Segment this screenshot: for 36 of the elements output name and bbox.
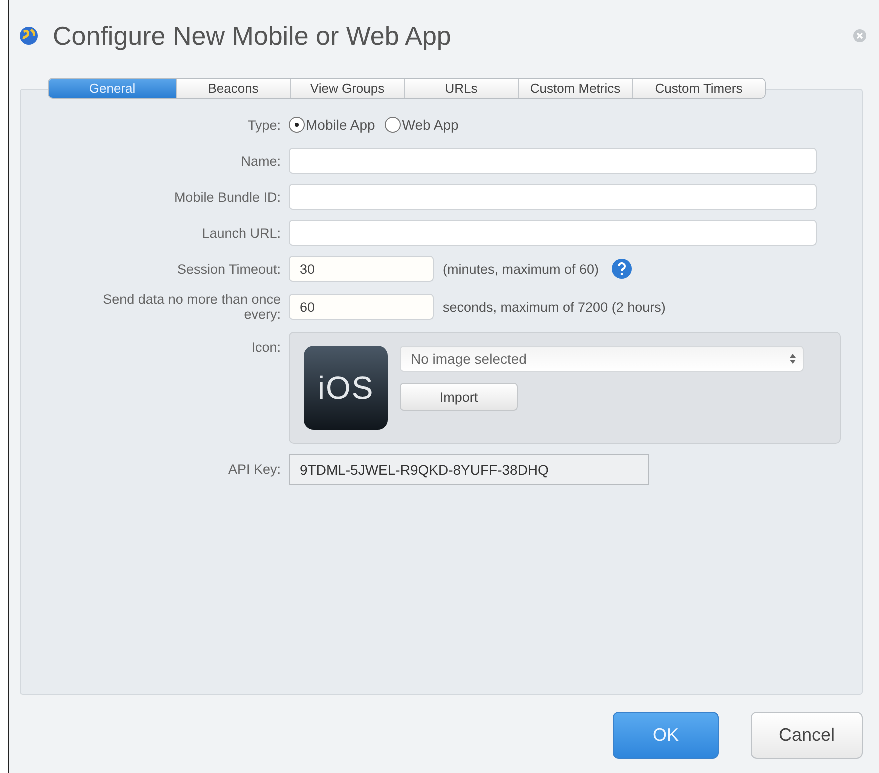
field-label: API Key: (227, 462, 282, 477)
radio-option[interactable]: Mobile App (289, 117, 376, 133)
cancel-button[interactable]: Cancel (751, 712, 863, 759)
text-field[interactable]: 60 (289, 294, 434, 320)
text-field[interactable]: 30 (289, 256, 434, 282)
tab[interactable]: URLs (405, 79, 519, 98)
globe-icon (19, 26, 39, 46)
radio-button[interactable] (289, 117, 305, 133)
import-button[interactable]: Import (400, 383, 518, 411)
window-title: Configure New Mobile or Web App (53, 20, 452, 52)
text-field[interactable] (289, 184, 817, 210)
radio-option[interactable]: Web App (385, 117, 459, 133)
close-icon[interactable] (853, 29, 867, 43)
radio-button[interactable] (385, 117, 402, 133)
radio-label: Web App (402, 117, 459, 133)
field-label: Name: (240, 154, 282, 168)
field-label: Type: (246, 118, 282, 132)
field-label: Launch URL: (201, 226, 282, 240)
tab[interactable]: Beacons (177, 79, 291, 98)
image-select[interactable]: No image selected (400, 346, 804, 372)
tab[interactable]: Custom Timers (633, 79, 765, 98)
text-field[interactable] (289, 220, 817, 246)
radio-label: Mobile App (306, 117, 376, 133)
field-label: Session Timeout: (176, 262, 282, 276)
tab[interactable]: Custom Metrics (519, 79, 633, 98)
api-key-field[interactable]: 9TDML-5JWEL-R9QKD-8YUFF-38DHQ (289, 454, 649, 485)
field-label: Mobile Bundle ID: (173, 190, 282, 204)
app-icon: iOS (304, 346, 388, 430)
tab[interactable]: View Groups (291, 79, 405, 98)
help-icon[interactable] (611, 258, 634, 280)
text-field[interactable] (289, 148, 817, 174)
field-label: Icon: (250, 339, 282, 355)
hint-text: (minutes, maximum of 60) (443, 262, 600, 276)
stepper-icon (789, 353, 797, 365)
field-label: Send data no more than once every: (102, 292, 282, 322)
hint-text: seconds, maximum of 7200 (2 hours) (443, 300, 666, 314)
